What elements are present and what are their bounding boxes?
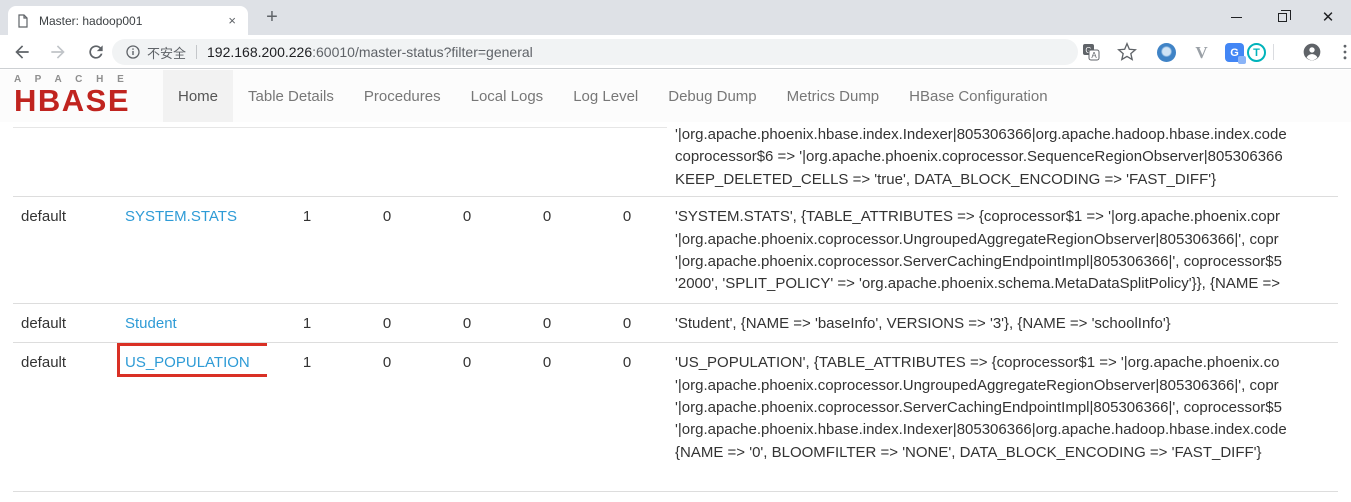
hbase-navbar: A P A C H E HBASE Home Table Details Pro…	[0, 70, 1351, 122]
failed-regions-cell: 0	[427, 303, 507, 342]
restore-icon	[1278, 13, 1287, 22]
address-bar[interactable]: 不安全 192.168.200.226:60010/master-status?…	[112, 39, 1078, 65]
nav-item-hbase-configuration[interactable]: HBase Configuration	[894, 70, 1062, 122]
window-restore-button[interactable]	[1259, 0, 1305, 35]
description-cell: 'SYSTEM.STATS', {TABLE_ATTRIBUTES => {co…	[667, 197, 1338, 304]
extension-teal-t-icon[interactable]: T	[1247, 43, 1266, 62]
table-link-student[interactable]: Student	[125, 315, 177, 332]
url-host: 192.168.200.226	[207, 44, 312, 60]
tab-title: Master: hadoop001	[39, 14, 224, 28]
highlight-annotation-box	[117, 343, 267, 377]
table-row-system-stats: default SYSTEM.STATS 1 0 0 0 0 'SYSTEM.S…	[13, 197, 1338, 304]
extension-translate-icon[interactable]: G	[1225, 43, 1244, 62]
split-regions-cell: 0	[507, 303, 587, 342]
extension-v-icon[interactable]: V	[1192, 43, 1211, 62]
table-name-cell	[117, 122, 267, 197]
nav-item-procedures[interactable]: Procedures	[349, 70, 456, 122]
table-row-student: default Student 1 0 0 0 0 'Student', {NA…	[13, 303, 1338, 342]
window-minimize-button[interactable]	[1213, 0, 1259, 35]
table-name-cell: US_POPULATION	[117, 343, 267, 492]
online-regions-cell: 1	[267, 303, 347, 342]
online-regions-cell: 1	[267, 197, 347, 304]
table-row-partial: '|org.apache.phoenix.hbase.index.Indexer…	[13, 122, 1338, 197]
online-regions-cell: 1	[267, 343, 347, 492]
other-regions-cell: 0	[587, 197, 667, 304]
nav-item-home[interactable]: Home	[163, 70, 233, 122]
table-link-system-stats[interactable]: SYSTEM.STATS	[125, 208, 237, 225]
nav-item-log-level[interactable]: Log Level	[558, 70, 653, 122]
toolbar-divider	[1273, 44, 1274, 60]
other-regions-cell: 0	[587, 343, 667, 492]
extension-idm-icon[interactable]	[1157, 43, 1176, 62]
bookmark-star-icon[interactable]	[1117, 42, 1137, 62]
namespace-cell: default	[13, 343, 117, 492]
nav-item-local-logs[interactable]: Local Logs	[456, 70, 559, 122]
offline-regions-cell: 0	[347, 303, 427, 342]
logo-hbase-text: HBASE	[14, 86, 164, 115]
tab-close-icon[interactable]: ×	[224, 13, 240, 28]
namespace-cell: default	[13, 197, 117, 304]
table-name-cell: Student	[117, 303, 267, 342]
description-cell: 'Student', {NAME => 'baseInfo', VERSIONS…	[667, 303, 1338, 342]
namespace-cell: default	[13, 303, 117, 342]
close-icon: ✕	[1322, 10, 1335, 25]
description-cell: '|org.apache.phoenix.hbase.index.Indexer…	[667, 122, 1338, 197]
nav-item-debug-dump[interactable]: Debug Dump	[653, 70, 771, 122]
table-name-cell: SYSTEM.STATS	[117, 197, 267, 304]
table-row-us-population: default US_POPULATION 1 0 0 0 0 'US_POPU…	[13, 343, 1338, 492]
user-tables-table: '|org.apache.phoenix.hbase.index.Indexer…	[13, 122, 1338, 492]
url-text: 192.168.200.226:60010/master-status?filt…	[207, 44, 533, 60]
url-divider	[196, 45, 197, 59]
other-regions-cell: 0	[587, 303, 667, 342]
nav-item-table-details[interactable]: Table Details	[233, 70, 349, 122]
forward-icon[interactable]	[48, 42, 68, 62]
url-path: :60010/master-status?filter=general	[312, 44, 533, 60]
new-tab-button[interactable]: +	[258, 3, 286, 31]
svg-text:A: A	[1091, 51, 1097, 60]
split-regions-cell: 0	[507, 197, 587, 304]
hbase-master-page: A P A C H E HBASE Home Table Details Pro…	[0, 70, 1351, 502]
info-icon[interactable]	[126, 45, 140, 59]
browser-toolbar: 不安全 192.168.200.226:60010/master-status?…	[0, 35, 1351, 69]
reload-icon[interactable]	[86, 42, 106, 62]
navbar-menu: Home Table Details Procedures Local Logs…	[163, 70, 1063, 122]
browser-tab[interactable]: Master: hadoop001 ×	[8, 6, 248, 35]
back-icon[interactable]	[12, 42, 32, 62]
window-close-button[interactable]: ✕	[1305, 0, 1351, 35]
translate-page-icon[interactable]: GA	[1082, 43, 1102, 63]
description-cell: 'US_POPULATION', {TABLE_ATTRIBUTES => {c…	[667, 343, 1338, 492]
minimize-icon	[1231, 17, 1242, 18]
split-regions-cell: 0	[507, 343, 587, 492]
offline-regions-cell: 0	[347, 197, 427, 304]
failed-regions-cell: 0	[427, 197, 507, 304]
chrome-menu-icon[interactable]	[1335, 42, 1351, 62]
page-favicon-icon	[16, 14, 30, 28]
user-tables-section: '|org.apache.phoenix.hbase.index.Indexer…	[13, 122, 1338, 492]
failed-regions-cell: 0	[427, 343, 507, 492]
security-label[interactable]: 不安全	[147, 43, 186, 62]
namespace-cell	[13, 122, 117, 197]
browser-titlebar: Master: hadoop001 × + ✕	[0, 0, 1351, 35]
hbase-logo[interactable]: A P A C H E HBASE	[14, 74, 164, 115]
nav-item-metrics-dump[interactable]: Metrics Dump	[772, 70, 895, 122]
profile-avatar-icon[interactable]	[1302, 42, 1322, 62]
offline-regions-cell: 0	[347, 343, 427, 492]
